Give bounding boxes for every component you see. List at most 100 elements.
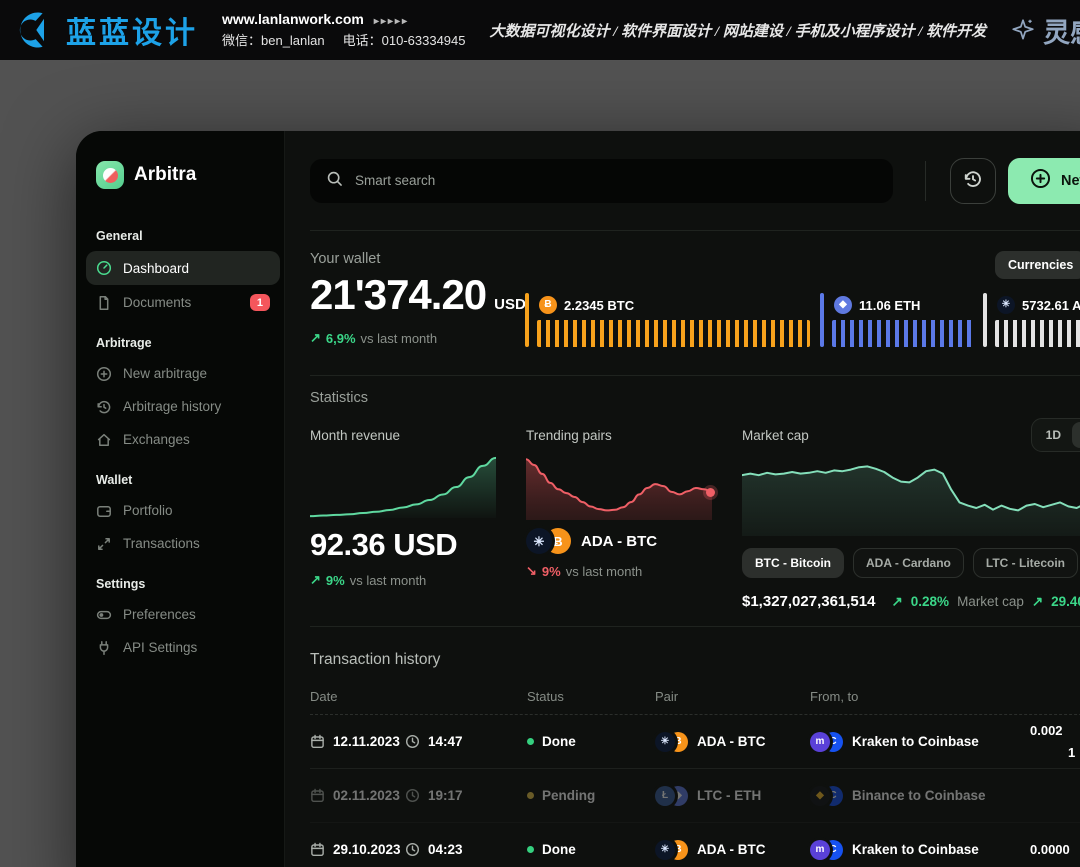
tx-status: Pending [527, 788, 655, 803]
segment-marker [983, 293, 987, 347]
ada-coin-icon: ✳ [997, 296, 1015, 314]
site-link[interactable]: www.lanlanwork.com [222, 11, 364, 27]
sidebar-item-label: Preferences [123, 607, 196, 622]
sidebar: Arbitra GeneralDashboardDocuments1Arbitr… [76, 131, 285, 867]
history-icon [963, 169, 983, 189]
main-content: New arbitrage Your wallet 21'374.20 USD … [285, 131, 1080, 867]
column-pair: Pair [655, 689, 810, 704]
inspiration-text: 灵感收集 [1043, 11, 1080, 50]
market-cap-chart [742, 456, 1080, 536]
clock-icon [405, 842, 420, 857]
transactions-rows: 12.11.202314:47Done ✳ɃADA - BTCmCKraken t… [310, 715, 1080, 867]
search-box[interactable] [310, 159, 893, 203]
tx-route: ◆CBinance to Coinbase [810, 786, 1030, 806]
sidebar-item-exchanges[interactable]: Exchanges [86, 424, 280, 455]
calendar-icon [310, 734, 325, 749]
ada-coin-icon: ✳ [526, 528, 552, 554]
pair-pill-ltc[interactable]: LTC - Litecoin [973, 548, 1078, 578]
tx-status: Done [527, 734, 655, 749]
plus-icon [1030, 168, 1051, 189]
lanlan-brand-text: 蓝蓝设计 [66, 8, 198, 52]
search-input[interactable] [353, 172, 877, 189]
services-list: 大数据可视化设计 / 软件界面设计 / 网站建设 / 手机及小程序设计 / 软件… [489, 20, 986, 41]
page: 蓝蓝设计 www.lanlanwork.com▸▸▸▸▸ 微信：ben_lanl… [0, 0, 1080, 867]
clock-icon [405, 788, 420, 803]
sidebar-item-new-arbitrage[interactable]: New arbitrage [86, 358, 280, 389]
plug-icon [96, 640, 112, 656]
month-revenue-label: Month revenue [310, 428, 496, 452]
table-row[interactable]: 12.11.202314:47Done✳ɃADA - BTCmCKraken t… [310, 715, 1080, 769]
table-row[interactable]: 02.11.202319:17PendingŁ◆LTC - ETH◆CBinan… [310, 769, 1080, 823]
range-tab-7d[interactable]: 7D [1072, 422, 1080, 448]
tx-pair: Ł◆LTC - ETH [655, 786, 810, 806]
pair-pills: BTC - Bitcoin ADA - Cardano LTC - Litecoin… [742, 548, 1080, 578]
tx-pair: ✳ɃADA - BTC [655, 840, 810, 860]
column-date: Date [310, 689, 527, 704]
sidebar-item-dashboard[interactable]: Dashboard [86, 251, 280, 285]
market-cap-card: Market cap 1D7D1M BTC - BitcoinADA - Car… [742, 428, 1080, 610]
sidebar-item-documents[interactable]: Documents 1 [86, 287, 280, 318]
sidebar-item-label: New arbitrage [123, 366, 207, 381]
inspiration-brand: 灵感收集 [1010, 11, 1080, 50]
sidebar-item-api-settings[interactable]: API Settings [86, 632, 280, 663]
section-title: Arbitrage [96, 336, 270, 350]
sidebar-item-portfolio[interactable]: Portfolio [86, 495, 280, 526]
trend-up-icon: ↗ [310, 572, 321, 588]
holding-ada: ✳5732.61 ADA [983, 293, 1080, 349]
top-banner: 蓝蓝设计 www.lanlanwork.com▸▸▸▸▸ 微信：ben_lanl… [0, 0, 1080, 60]
calendar-icon [310, 788, 325, 803]
history-button[interactable] [950, 158, 996, 204]
tx-route: mCKraken to Coinbase [810, 840, 1030, 860]
pair-pill-btc[interactable]: BTC - Bitcoin [742, 548, 844, 578]
tx-date: 29.10.2023 [310, 842, 405, 857]
wallet-balance: 21'374.20 USD [310, 271, 526, 319]
wallet-tab-currencies[interactable]: Currencies [995, 251, 1080, 279]
ada-coin-icon: ✳ [655, 840, 675, 860]
status-dot [527, 738, 534, 745]
balance-value: 21'374.20 [310, 271, 486, 319]
holding-amount-text: 2.2345 BTC [564, 298, 634, 313]
range-tab-1d[interactable]: 1D [1035, 422, 1072, 448]
clock-icon [405, 734, 420, 749]
holding-amount-text: 11.06 ETH [859, 298, 920, 313]
sidebar-section-arbitrage: ArbitrageNew arbitrageArbitrage historyE… [96, 336, 270, 455]
wechat-label: 微信：ben_lanlan [222, 31, 325, 51]
wallet-title: Your wallet [310, 251, 380, 267]
trend-up-icon: ↗ [310, 330, 321, 346]
trending-pairs-card: Trending pairs ✳Ƀ ADA - BTC ↘ 9% vs last… [526, 428, 712, 610]
transactions-header: Date Status Pair From, to [310, 689, 1080, 715]
arbitra-name: Arbitra [134, 164, 196, 186]
search-icon [326, 170, 343, 192]
pair-pill-ada[interactable]: ADA - Cardano [853, 548, 964, 578]
sidebar-item-preferences[interactable]: Preferences [86, 599, 280, 630]
holding-eth: ◆11.06 ETH [820, 293, 983, 349]
btc-coin-icon: Ƀ [539, 296, 557, 314]
trend-up-icon: ↗ [891, 594, 902, 610]
new-arbitrage-button[interactable]: New arbitrage [1008, 158, 1080, 204]
table-row[interactable]: 29.10.202304:23Done✳ɃADA - BTCmCKraken t… [310, 823, 1080, 867]
kraken-coin-icon: m [810, 840, 830, 860]
sidebar-nav: GeneralDashboardDocuments1ArbitrageNew a… [96, 229, 270, 663]
chart-end-dot [706, 488, 715, 497]
tx-time: 14:47 [405, 734, 527, 749]
tx-date: 12.11.2023 [310, 734, 405, 749]
plus-icon [1030, 168, 1051, 193]
holding-btc: Ƀ 2.2345 BTC [525, 293, 820, 349]
balance-currency: USD [494, 296, 526, 313]
wallet-section: Your wallet 21'374.20 USD ↗ 6,9% vs last… [310, 231, 1080, 375]
sidebar-item-transactions[interactable]: Transactions [86, 528, 280, 559]
toggle-icon [96, 607, 112, 623]
holdings-bars: Ƀ 2.2345 BTC ◆11.06 ETH ✳5732.61 ADA [525, 293, 1080, 349]
holding-amount: ✳5732.61 ADA [997, 296, 1080, 314]
ltc-coin-icon: Ł [655, 786, 675, 806]
status-dot [527, 792, 534, 799]
sidebar-item-arbitrage-history[interactable]: Arbitrage history [86, 391, 280, 422]
notification-badge: 1 [250, 294, 270, 311]
sidebar-item-label: Documents [123, 295, 191, 310]
column-from-to: From, to [810, 689, 1080, 704]
trending-pair: ✳Ƀ ADA - BTC [526, 528, 712, 554]
holding-bars [537, 320, 810, 347]
range-tabs: 1D7D1M [1031, 418, 1080, 452]
market-cap-stats: $1,327,027,361,514 ↗ 0.28% Market cap ↗ … [742, 593, 1080, 610]
sidebar-item-label: API Settings [123, 640, 197, 655]
